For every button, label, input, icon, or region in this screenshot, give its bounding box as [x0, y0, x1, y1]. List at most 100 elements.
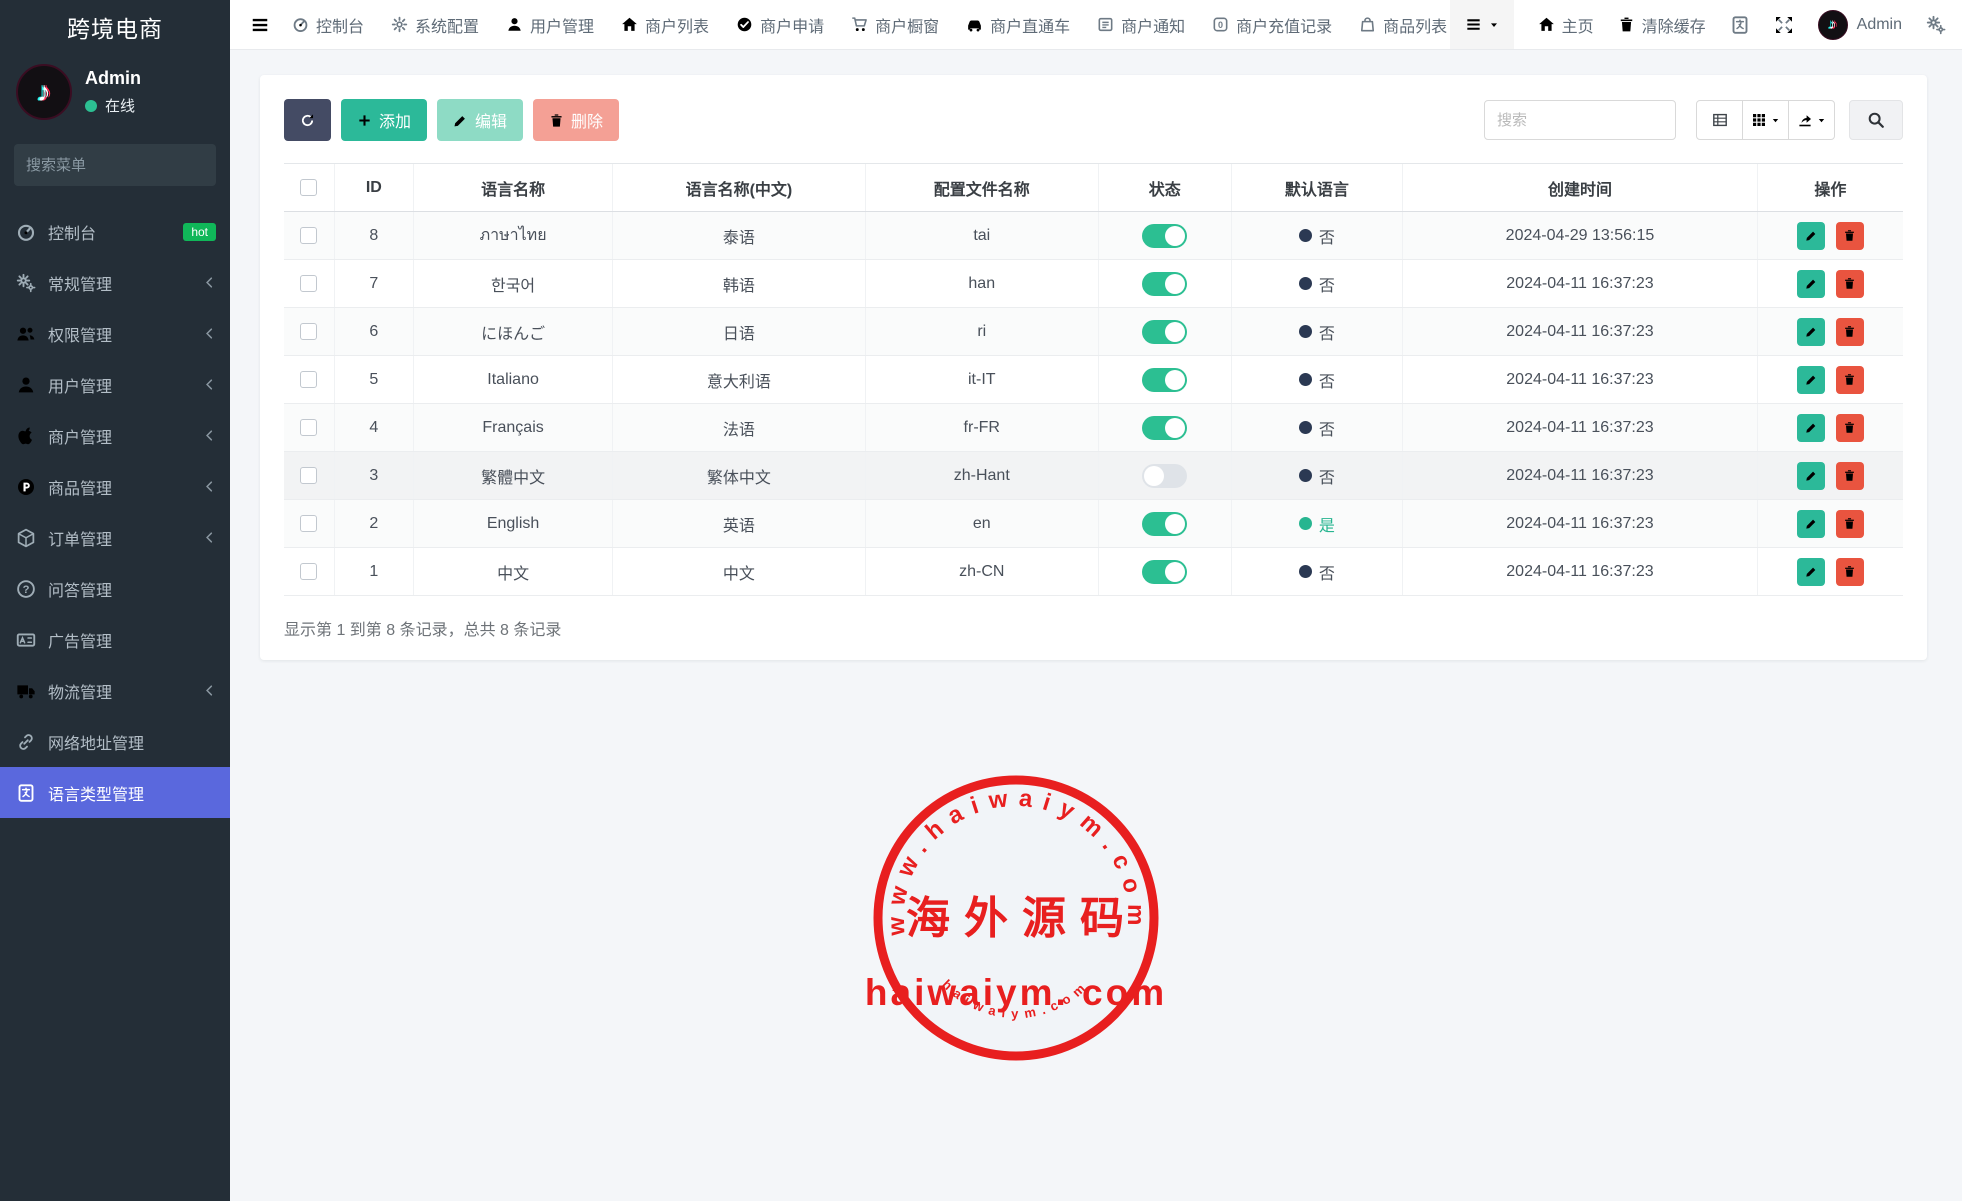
nav-user-mgmt[interactable]: 用户管理: [506, 13, 594, 37]
settings-cogs-icon[interactable]: [1926, 15, 1946, 35]
row-delete-button[interactable]: [1836, 222, 1864, 250]
row-checkbox[interactable]: [300, 227, 317, 244]
pencil-icon: [1805, 373, 1818, 386]
sidebar-user-panel: ♪ Admin 在线: [0, 54, 230, 134]
sidebar-item-dashboard[interactable]: 控制台 hot: [0, 206, 230, 257]
default-language-badge: 否: [1299, 368, 1335, 392]
row-delete-button[interactable]: [1836, 318, 1864, 346]
sidebar-item-general[interactable]: 常规管理: [0, 257, 230, 308]
nav-system-config[interactable]: 系统配置: [391, 13, 479, 37]
row-checkbox[interactable]: [300, 323, 317, 340]
row-edit-button[interactable]: [1797, 222, 1825, 250]
sidebar-item-logistics[interactable]: 物流管理: [0, 665, 230, 716]
trash-icon: [1843, 421, 1856, 434]
user-icon: [16, 375, 36, 395]
detail-view-button[interactable]: [1696, 100, 1743, 140]
nav-product-list[interactable]: 商品列表: [1359, 13, 1447, 37]
nav-merchant-notice[interactable]: 商户通知: [1097, 13, 1185, 37]
status-toggle[interactable]: [1142, 272, 1187, 296]
table-search-input[interactable]: [1484, 100, 1676, 140]
nav-menu-dropdown[interactable]: [1450, 0, 1514, 49]
search-go-button[interactable]: [1849, 100, 1903, 140]
product-icon: [16, 477, 36, 497]
row-delete-button[interactable]: [1836, 414, 1864, 442]
gauge-icon: [16, 222, 36, 242]
nav-merchant-list[interactable]: 商户列表: [621, 13, 709, 37]
sidebar-item-orders[interactable]: 订单管理: [0, 512, 230, 563]
export-button[interactable]: [1788, 100, 1835, 140]
select-all-checkbox[interactable]: [300, 179, 317, 196]
row-edit-button[interactable]: [1797, 318, 1825, 346]
status-toggle[interactable]: [1142, 512, 1187, 536]
chevron-left-icon: [203, 327, 216, 340]
sidebar-item-users[interactable]: 用户管理: [0, 359, 230, 410]
row-delete-button[interactable]: [1836, 366, 1864, 394]
row-checkbox[interactable]: [300, 275, 317, 292]
hamburger-icon[interactable]: [250, 15, 270, 35]
row-checkbox[interactable]: [300, 467, 317, 484]
sidebar-search-input[interactable]: [26, 157, 225, 174]
pencil-icon: [1805, 421, 1818, 434]
row-delete-button[interactable]: [1836, 462, 1864, 490]
nav-dashboard[interactable]: 控制台: [292, 13, 364, 37]
watermark-stamp: www.haiwaiym.com 海外源码 haiwaiym. com haiw…: [866, 768, 1166, 1068]
fullscreen-icon[interactable]: [1774, 15, 1794, 35]
cell-language-name: 中文: [414, 548, 613, 596]
dot-icon: [1299, 565, 1312, 578]
stamp-arc-bottom-text: haiwaiym.com: [939, 976, 1092, 1021]
cell-language-name-cn: 意大利语: [613, 356, 866, 404]
nav-user-menu[interactable]: ♪ Admin: [1818, 10, 1902, 40]
delete-button[interactable]: 删除: [533, 99, 619, 141]
row-delete-button[interactable]: [1836, 558, 1864, 586]
nav-merchant-showcase[interactable]: 商户橱窗: [851, 13, 939, 37]
cell-id: 7: [334, 260, 413, 308]
sidebar-item-qa[interactable]: 问答管理: [0, 563, 230, 614]
nav-merchant-express[interactable]: 商户直通车: [966, 13, 1070, 37]
status-toggle[interactable]: [1142, 560, 1187, 584]
cell-language-name-cn: 法语: [613, 404, 866, 452]
sidebar-item-permissions[interactable]: 权限管理: [0, 308, 230, 359]
stamp-center-text: 海外源码: [906, 893, 1138, 944]
nav-homepage[interactable]: 主页: [1538, 13, 1594, 37]
row-delete-button[interactable]: [1836, 510, 1864, 538]
nav-clear-cache[interactable]: 清除缓存: [1618, 13, 1706, 37]
sidebar-item-language-types[interactable]: 语言类型管理: [0, 767, 230, 818]
row-edit-button[interactable]: [1797, 270, 1825, 298]
row-checkbox[interactable]: [300, 371, 317, 388]
status-toggle[interactable]: [1142, 320, 1187, 344]
trash-icon: [549, 113, 564, 128]
sidebar-item-urls[interactable]: 网络地址管理: [0, 716, 230, 767]
sidebar-item-merchants[interactable]: 商户管理: [0, 410, 230, 461]
row-edit-button[interactable]: [1797, 462, 1825, 490]
status-toggle[interactable]: [1142, 224, 1187, 248]
row-delete-button[interactable]: [1836, 270, 1864, 298]
nav-merchant-recharge[interactable]: 商户充值记录: [1212, 13, 1332, 37]
table-row: 4 Français 法语 fr-FR 否 2024-04-11 16:37:2…: [284, 404, 1903, 452]
refresh-button[interactable]: [284, 99, 331, 141]
hot-badge: hot: [183, 223, 216, 241]
status-toggle[interactable]: [1142, 368, 1187, 392]
row-edit-button[interactable]: [1797, 558, 1825, 586]
sidebar-item-ads[interactable]: 广告管理: [0, 614, 230, 665]
columns-button[interactable]: [1742, 100, 1789, 140]
pencil-icon: [1805, 469, 1818, 482]
row-edit-button[interactable]: [1797, 366, 1825, 394]
row-edit-button[interactable]: [1797, 414, 1825, 442]
trash-icon: [1843, 229, 1856, 242]
row-edit-button[interactable]: [1797, 510, 1825, 538]
status-toggle[interactable]: [1142, 464, 1187, 488]
nav-merchant-apply[interactable]: 商户申请: [736, 13, 824, 37]
chevron-left-icon: [203, 378, 216, 391]
table-row: 1 中文 中文 zh-CN 否 2024-04-11 16:37:23: [284, 548, 1903, 596]
sidebar-menu: 控制台 hot 常规管理 权限管理 用户管理 商户管理: [0, 206, 230, 818]
language-file-icon[interactable]: [1730, 15, 1750, 35]
trash-icon: [1618, 16, 1635, 33]
row-checkbox[interactable]: [300, 419, 317, 436]
edit-button[interactable]: 编辑: [437, 99, 523, 141]
row-checkbox[interactable]: [300, 563, 317, 580]
top-navbar: 控制台 系统配置 用户管理 商户列表 商户申请 商户橱窗 商户直通车 商户通知 …: [230, 0, 1962, 50]
sidebar-item-products[interactable]: 商品管理: [0, 461, 230, 512]
status-toggle[interactable]: [1142, 416, 1187, 440]
row-checkbox[interactable]: [300, 515, 317, 532]
add-button[interactable]: 添加: [341, 99, 427, 141]
